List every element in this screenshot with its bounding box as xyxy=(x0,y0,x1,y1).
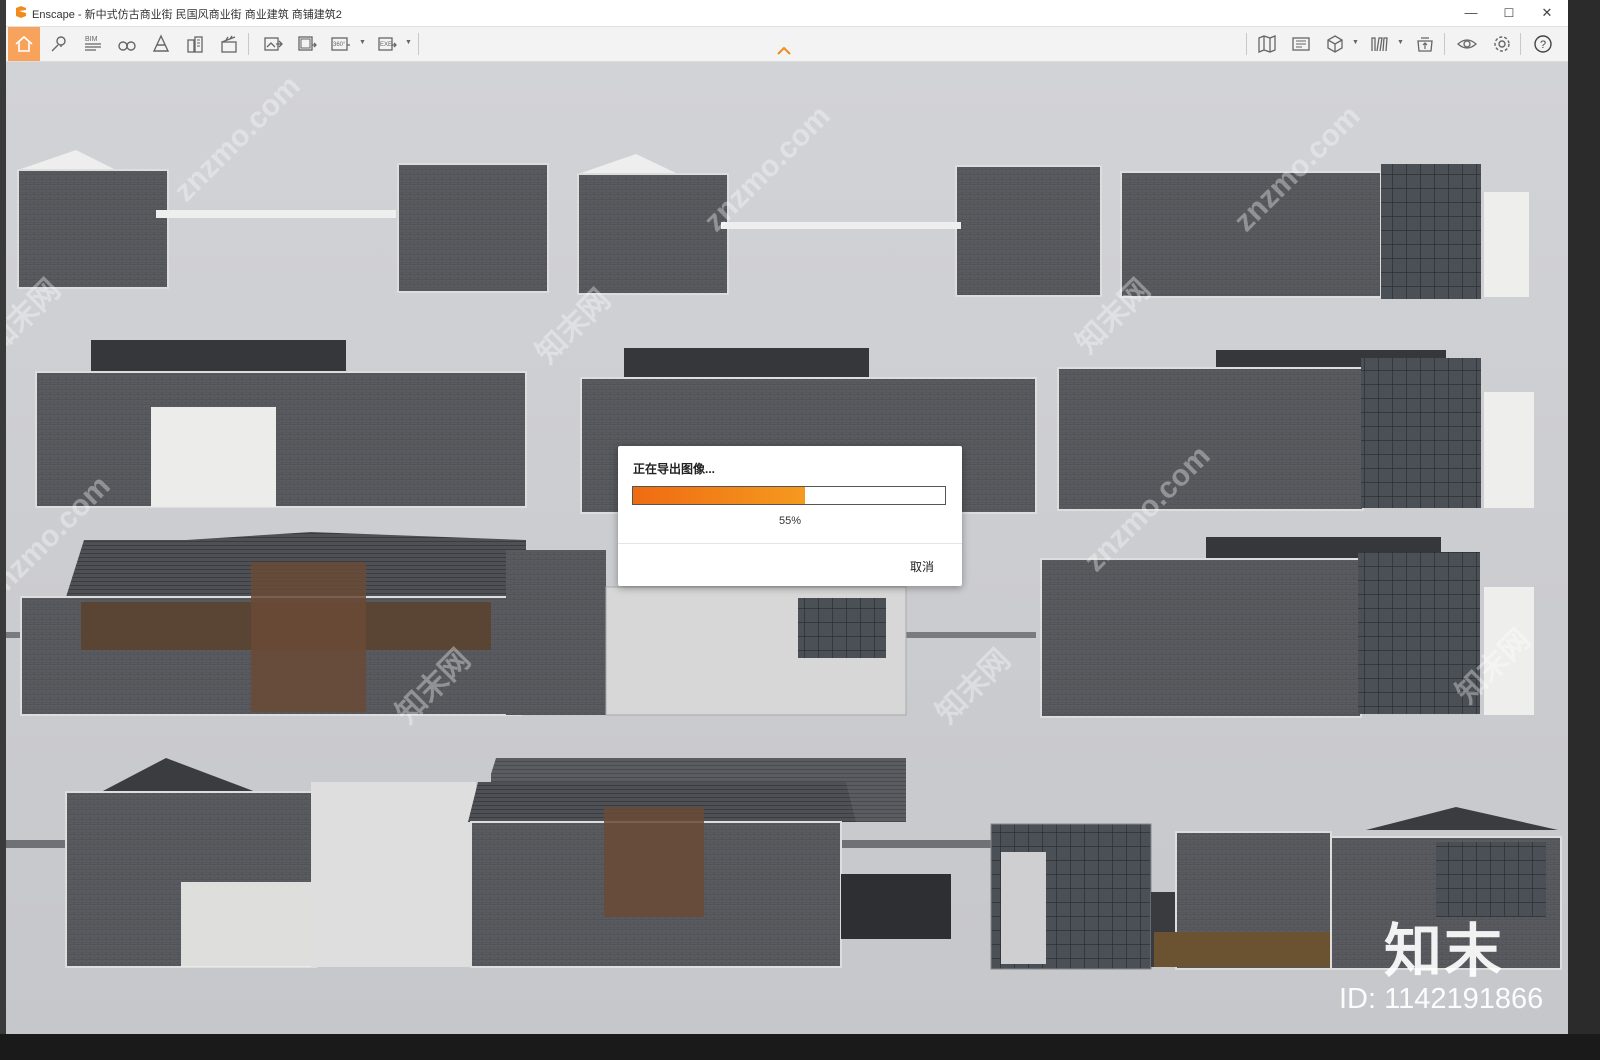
library-button[interactable] xyxy=(1286,29,1316,59)
settings-button[interactable] xyxy=(1487,29,1517,59)
export-exe-icon: EXE xyxy=(378,37,397,51)
bim-button[interactable]: BIM xyxy=(78,29,108,59)
upload-button[interactable] xyxy=(1410,29,1440,59)
minimize-button[interactable]: — xyxy=(1452,0,1490,26)
building-icon xyxy=(187,36,203,53)
clapper-icon xyxy=(221,35,237,53)
export-batch-icon xyxy=(298,36,317,51)
export-360-icon: 360° xyxy=(331,37,350,51)
export-image-icon xyxy=(264,37,283,51)
maximize-button[interactable]: ☐ xyxy=(1490,0,1528,26)
location-pin-icon xyxy=(51,36,66,52)
toolbar-separator xyxy=(1246,33,1247,55)
toolbar-separator xyxy=(1520,33,1521,55)
cancel-button[interactable]: 取消 xyxy=(910,558,934,575)
title-bar: Enscape - 新中式仿古商业街 民国风商业街 商业建筑 商铺建筑2 — ☐… xyxy=(6,0,1568,27)
toolbar-separator xyxy=(248,33,249,55)
building-elevation-4 xyxy=(35,340,527,508)
progress-percent: 55% xyxy=(778,515,802,527)
taskbar-strip xyxy=(0,1034,1600,1060)
dialog-title: 正在导出图像... xyxy=(633,462,716,476)
svg-text:?: ? xyxy=(1540,39,1546,51)
building-elevation-9 xyxy=(6,758,1006,968)
chevron-down-icon[interactable]: ▼ xyxy=(359,39,366,46)
library-icon xyxy=(1292,37,1310,51)
help-icon: ? xyxy=(1534,35,1552,53)
close-button[interactable]: ✕ xyxy=(1528,0,1566,26)
enscape-logo-icon xyxy=(16,6,26,18)
home-button[interactable] xyxy=(8,27,40,61)
chevron-down-icon[interactable]: ▼ xyxy=(405,39,412,46)
binoculars-icon xyxy=(118,41,136,51)
export-exe-button[interactable]: EXE xyxy=(372,29,402,59)
dialog-divider xyxy=(618,543,962,544)
desktop-background xyxy=(1568,0,1600,1060)
building-elevation-6 xyxy=(1057,350,1534,511)
window-title: Enscape - 新中式仿古商业街 民国风商业街 商业建筑 商铺建筑2 xyxy=(32,9,342,21)
export-progress-dialog: 正在导出图像... 55% 取消 xyxy=(618,446,962,586)
home-icon xyxy=(15,35,33,52)
view-management-button[interactable] xyxy=(44,29,74,59)
watermark-id: ID: 1142191866 xyxy=(1339,983,1544,1015)
cone-icon xyxy=(152,34,170,52)
cube-icon xyxy=(1327,35,1343,53)
building-elevation-3 xyxy=(1120,164,1529,299)
batch-export-button[interactable] xyxy=(292,29,322,59)
settings-icon xyxy=(1494,36,1510,52)
visual-settings-button[interactable] xyxy=(112,29,142,59)
bim-icon: BIM xyxy=(85,36,101,51)
atmosphere-button[interactable] xyxy=(146,29,176,59)
vr-preview-button[interactable] xyxy=(1452,29,1482,59)
help-button[interactable]: ? xyxy=(1528,29,1558,59)
building-elevation-1 xyxy=(17,150,549,293)
svg-text:BIM: BIM xyxy=(85,36,98,43)
svg-text:EXE: EXE xyxy=(380,42,392,48)
map-icon xyxy=(1258,35,1276,53)
map-button[interactable] xyxy=(1252,29,1282,59)
books-icon xyxy=(1371,37,1388,52)
toolbar-separator xyxy=(418,33,419,55)
books-button[interactable] xyxy=(1364,29,1394,59)
export-image-button[interactable] xyxy=(258,29,288,59)
cloud-upload-icon xyxy=(1417,37,1433,52)
progress-bar xyxy=(632,486,946,505)
eye-icon xyxy=(1457,39,1477,49)
video-editor-button[interactable] xyxy=(214,29,244,59)
toolbar-separator xyxy=(1444,33,1445,55)
progress-bar-fill xyxy=(633,487,805,504)
export-panorama-button[interactable]: 360° xyxy=(326,29,356,59)
enscape-window: Enscape - 新中式仿古商业街 民国风商业街 商业建筑 商铺建筑2 — ☐… xyxy=(6,0,1568,1034)
asset-library-button[interactable] xyxy=(180,29,210,59)
chevron-down-icon[interactable]: ▼ xyxy=(1397,39,1404,46)
cube-button[interactable] xyxy=(1320,29,1350,59)
collapse-toolbar-icon[interactable] xyxy=(774,44,794,58)
building-elevation-2 xyxy=(577,154,1102,297)
svg-text:360°: 360° xyxy=(333,42,346,48)
brand-watermark: 知末 xyxy=(1384,919,1505,984)
chevron-down-icon[interactable]: ▼ xyxy=(1352,39,1359,46)
